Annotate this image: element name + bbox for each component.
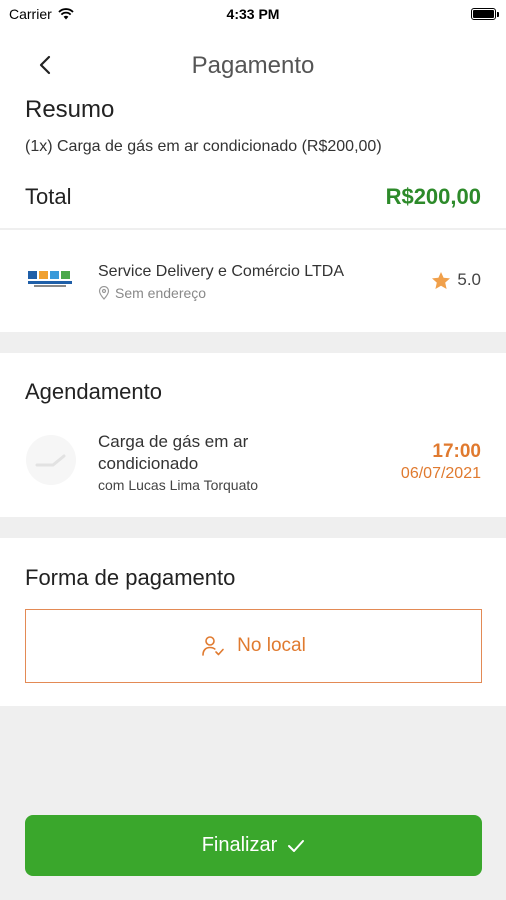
battery-icon [471, 8, 499, 20]
payment-option-on-site[interactable]: No local [25, 609, 482, 683]
user-check-icon [202, 636, 224, 656]
company-name: Service Delivery e Comércio LTDA [98, 263, 344, 280]
payment-heading: Forma de pagamento [25, 565, 236, 590]
checkmark-icon [288, 839, 305, 852]
location-pin-icon [98, 286, 110, 300]
company-rating: 5.0 [431, 270, 481, 290]
summary-card: Resumo (1x) Carga de gás em ar condicion… [0, 96, 506, 228]
schedule-heading: Agendamento [25, 379, 162, 404]
total-label: Total [25, 184, 72, 209]
page-title: Pagamento [191, 52, 315, 79]
company-address-text: Sem endereço [115, 285, 207, 301]
status-bar: Carrier 4:33 PM [0, 0, 506, 30]
company-card[interactable]: Service Delivery e Comércio LTDA Sem end… [0, 230, 506, 332]
service-icon [26, 435, 76, 485]
nav-bar: Pagamento [0, 30, 506, 96]
company-logo [28, 271, 72, 287]
finalize-label: Finalizar [201, 834, 278, 856]
payment-card: Forma de pagamento No local [0, 538, 506, 706]
total-value: R$200,00 [385, 184, 481, 209]
finalize-button[interactable]: Finalizar [25, 815, 482, 876]
company-address: Sem endereço [98, 285, 206, 301]
rating-value: 5.0 [457, 270, 481, 289]
schedule-date: 06/07/2021 [400, 465, 481, 482]
service-name: Carga de gás em ar condicionado [98, 432, 249, 473]
summary-heading: Resumo [25, 96, 115, 123]
schedule-time: 17:00 [432, 441, 481, 462]
star-icon [432, 271, 451, 289]
schedule-card: Agendamento Carga de gás em ar condicion… [0, 353, 506, 517]
status-time: 4:33 PM [226, 6, 280, 22]
summary-item: (1x) Carga de gás em ar condicionado (R$… [25, 138, 382, 155]
air-conditioner-icon [35, 454, 66, 467]
service-professional: com Lucas Lima Torquato [98, 477, 259, 493]
payment-option-label: No local [237, 635, 306, 656]
